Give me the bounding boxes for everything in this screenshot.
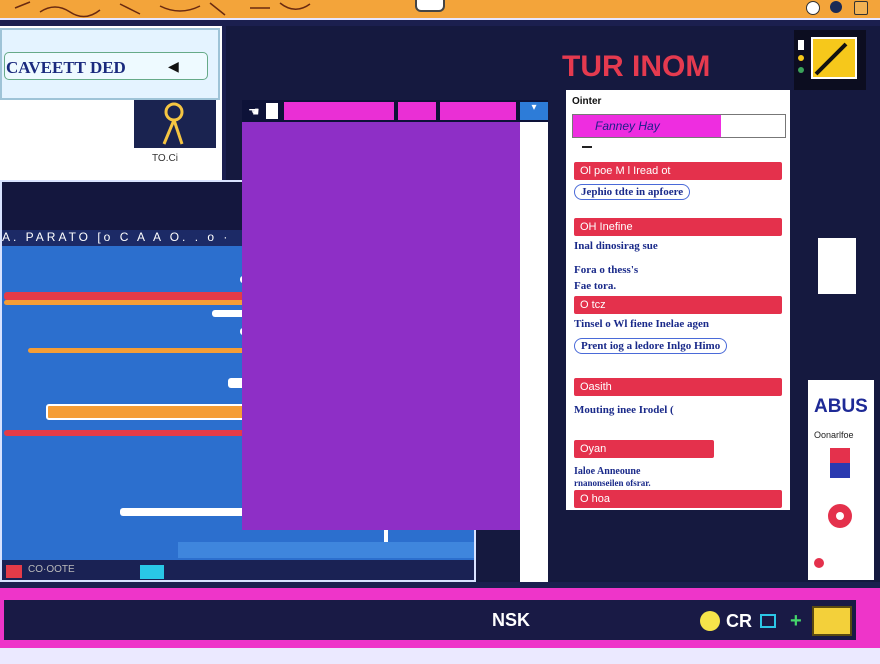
panel-title: TUR INOM [562, 50, 711, 83]
list-item-header[interactable]: O tcz [574, 296, 782, 314]
divider [582, 146, 592, 148]
tab-1[interactable] [284, 102, 394, 120]
list-item-text: Tinsel o Wl fiene Inelae agen [574, 318, 709, 330]
list-item-text: Jephio tdte in apfoere [574, 184, 691, 200]
list-item-text: Fora o thess's [574, 264, 639, 276]
window-tab-handle[interactable] [415, 0, 445, 12]
toolbar-decoration-icon [14, 1, 311, 18]
app-logo [794, 30, 866, 90]
footer-strip [0, 648, 880, 664]
timeline-clip[interactable] [46, 404, 268, 420]
side-panel-title: ABUS [814, 396, 868, 417]
selector-value[interactable]: Fanney Hay [573, 115, 721, 137]
canvas-scroll-edge [520, 122, 548, 582]
thumbnail-image[interactable] [134, 100, 216, 148]
top-toolbar [0, 0, 880, 20]
refresh-icon[interactable] [806, 1, 820, 15]
status-dot-icon [814, 558, 824, 568]
editor-footer-text: CO·OOTE [28, 564, 75, 575]
status-code: CR [726, 611, 752, 631]
list-item-header[interactable]: Ol poe M l Iread ot [574, 162, 782, 180]
pointer-icon[interactable]: ☚ [248, 104, 260, 120]
window-icon[interactable] [760, 614, 776, 628]
section-label: Ointer [572, 96, 602, 107]
pencil-icon [798, 37, 857, 79]
scrollbar[interactable] [178, 542, 474, 558]
status-indicator-icon [700, 611, 720, 631]
side-panel-subtitle: Oonarlfoe [814, 430, 854, 440]
status-label: NSK [492, 610, 531, 630]
list-item-header[interactable]: OH Inefine [574, 218, 782, 236]
canvas-area[interactable] [242, 122, 520, 530]
record-icon[interactable] [6, 565, 22, 578]
list-item-text: Ialoe Anneoune [574, 466, 641, 477]
document-icon[interactable] [266, 103, 278, 119]
toolbox-icon[interactable] [812, 606, 852, 636]
tab-dropdown-icon[interactable]: ▾ [520, 102, 548, 120]
tab-3[interactable] [440, 102, 516, 120]
plus-icon[interactable]: + [790, 610, 802, 633]
list-item-text: Mouting inee Irodel ( [574, 404, 674, 416]
preview-swatch[interactable] [818, 238, 856, 294]
list-item-text: Prent iog a ledore Inlgo Himo [574, 338, 728, 354]
list-item-text: Inal dinosirag sue [574, 240, 658, 252]
tab-strip: ☚ ▾ [242, 100, 548, 122]
tab-2[interactable] [398, 102, 436, 120]
list-item-header[interactable]: O hoa [574, 490, 782, 508]
figure-icon [162, 102, 184, 145]
list-item-text: Fae tora. [574, 280, 617, 292]
record-dot [836, 512, 844, 520]
left-header-title: CAVEETT DED [6, 58, 126, 77]
list-item-text: rnanonseilen ofsrar. [574, 478, 651, 488]
triangle-left-icon[interactable]: ◀ [168, 58, 179, 75]
color-swatch-icon[interactable] [830, 448, 850, 478]
list-item-header[interactable]: Oasith [574, 378, 782, 396]
list-item-header[interactable]: Oyan [574, 440, 714, 458]
cyan-marker[interactable] [140, 565, 164, 579]
thumbnail-label: TO.Ci [152, 153, 178, 164]
settings-icon[interactable] [830, 1, 842, 13]
app-icon[interactable] [854, 1, 868, 15]
